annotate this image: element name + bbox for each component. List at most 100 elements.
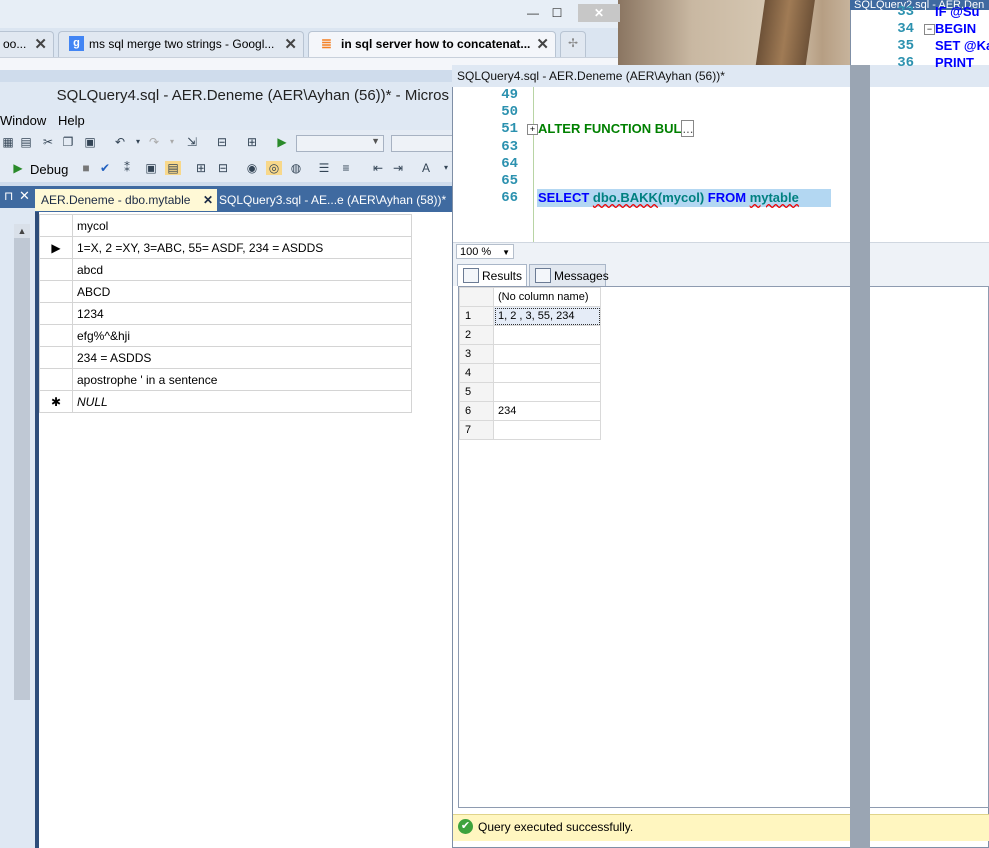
results-grid: (No column name) 1 1, 2 , 3, 55, 234 2 3 4 5 6… [459, 287, 601, 440]
toolbar-icon[interactable]: ⊟ [214, 135, 230, 149]
tab-mytable[interactable]: AER.Deneme - dbo.mytable ✕ [35, 189, 217, 211]
toolbar-icon[interactable]: ◍ [288, 161, 304, 175]
results-cell[interactable] [493, 382, 601, 402]
table-row[interactable]: ABCD [39, 280, 412, 303]
close-icon[interactable]: ✕ [19, 188, 30, 204]
toolbar-icon[interactable]: ▦ [0, 135, 16, 149]
dropdown-arrow-icon[interactable]: ▾ [130, 135, 146, 149]
font-icon[interactable]: A [418, 161, 434, 175]
row-selector[interactable] [39, 258, 73, 281]
copy-icon[interactable]: ❐ [60, 135, 76, 149]
table-row[interactable]: efg%^&hji [39, 324, 412, 347]
tab-results[interactable]: Results [457, 264, 527, 286]
results-cell[interactable] [493, 420, 601, 440]
results-row[interactable]: 6 234 [459, 401, 601, 421]
debug-button[interactable]: Debug [30, 162, 68, 177]
close-button[interactable]: ✕ [578, 4, 620, 22]
table-cell[interactable]: NULL [72, 390, 412, 413]
close-icon[interactable]: ✕ [34, 35, 47, 53]
cut-icon[interactable]: ✂ [40, 135, 56, 149]
table-cell[interactable]: 234 = ASDDS [72, 346, 412, 369]
close-icon[interactable]: ✕ [536, 35, 549, 53]
pin-icon[interactable]: ⊓ [4, 189, 13, 203]
results-row[interactable]: 7 [459, 420, 601, 440]
toolbar-icon[interactable]: ▤ [18, 135, 34, 149]
new-tab-button[interactable]: ✢ [560, 31, 586, 57]
results-row[interactable]: 2 [459, 325, 601, 345]
dropdown-arrow-icon[interactable]: ▾ [164, 135, 180, 149]
table-row[interactable]: apostrophe ' in a sentence [39, 368, 412, 391]
results-cell[interactable] [493, 363, 601, 383]
collapsed-block-ellipsis[interactable]: ... [681, 120, 695, 137]
row-selector[interactable] [39, 368, 73, 391]
close-icon[interactable]: ✕ [203, 189, 213, 211]
column-header-mycol[interactable]: mycol [72, 214, 412, 237]
table-row[interactable]: 1234 [39, 302, 412, 325]
browser-tab-1[interactable]: oo... ✕ [0, 31, 54, 57]
table-cell[interactable]: 1234 [72, 302, 412, 325]
scrollbar[interactable] [14, 238, 30, 700]
outdent-icon[interactable]: ⇤ [370, 161, 386, 175]
toolbar-icon[interactable]: ⊞ [193, 161, 209, 175]
results-cell[interactable]: 234 [493, 401, 601, 421]
table-cell[interactable]: ABCD [72, 280, 412, 303]
undo-icon[interactable]: ↶ [112, 135, 128, 149]
execute-icon[interactable]: ▶ [10, 161, 26, 175]
results-row[interactable]: 1 1, 2 , 3, 55, 234 [459, 306, 601, 326]
row-selector[interactable] [39, 346, 73, 369]
stop-icon[interactable]: ■ [78, 161, 94, 175]
comment-icon[interactable]: ☰ [316, 161, 332, 175]
results-cell[interactable] [493, 344, 601, 364]
browser-tab-2[interactable]: g ms sql merge two strings - Googl... ✕ [58, 31, 304, 57]
row-selector[interactable]: ▶ [39, 236, 73, 259]
table-cell[interactable]: efg%^&hji [72, 324, 412, 347]
row-selector[interactable] [39, 302, 73, 325]
solution-config-combo[interactable]: ▼ [296, 135, 384, 152]
menu-help[interactable]: Help [58, 113, 85, 128]
browser-tab-3[interactable]: ≣ in sql server how to concatenat... ✕ [308, 31, 556, 57]
toolbar-icon[interactable]: ▤ [165, 161, 181, 175]
success-icon: ✔ [458, 819, 473, 834]
table-row[interactable]: ▶ 1=X, 2 =XY, 3=ABC, 55= ASDF, 234 = ASDD… [39, 236, 412, 259]
toolbar-icon[interactable]: ⊟ [215, 161, 231, 175]
row-number: 7 [459, 420, 494, 440]
row-selector[interactable]: ✱ [39, 390, 73, 413]
results-column-header[interactable]: (No column name) [493, 287, 601, 307]
expand-icon[interactable]: + [527, 124, 538, 135]
redo-icon[interactable]: ↷ [146, 135, 162, 149]
results-row[interactable]: 4 [459, 363, 601, 383]
screenshot-icon[interactable]: ⊞ [244, 135, 260, 149]
row-selector[interactable] [39, 280, 73, 303]
results-row[interactable]: 3 [459, 344, 601, 364]
results-cell[interactable] [493, 325, 601, 345]
platform-combo[interactable] [391, 135, 455, 152]
table-cell[interactable]: 1=X, 2 =XY, 3=ABC, 55= ASDF, 234 = ASDDS [72, 236, 412, 259]
parse-icon[interactable]: ✔ [97, 161, 113, 175]
toolbar-icon[interactable]: ◎ [266, 161, 282, 175]
zoom-select[interactable]: 100 % ▼ [456, 244, 514, 259]
toolbar-icon[interactable]: ◉ [244, 161, 260, 175]
table-cell[interactable]: apostrophe ' in a sentence [72, 368, 412, 391]
menu-window[interactable]: Window [0, 113, 46, 128]
maximize-button[interactable]: ☐ [546, 4, 568, 22]
indent-icon[interactable]: ⇥ [390, 161, 406, 175]
tab-messages[interactable]: Messages [529, 264, 609, 286]
navigate-icon[interactable]: ⇲ [184, 135, 200, 149]
uncomment-icon[interactable]: ≡ [338, 161, 354, 175]
paste-icon[interactable]: ▣ [82, 135, 98, 149]
scroll-up-icon[interactable]: ▲ [14, 224, 30, 238]
table-cell[interactable]: abcd [72, 258, 412, 281]
table-row[interactable]: abcd [39, 258, 412, 281]
results-cell[interactable]: 1, 2 , 3, 55, 234 [493, 306, 601, 326]
table-row[interactable]: 234 = ASDDS [39, 346, 412, 369]
table-row[interactable]: ✱ NULL [39, 390, 412, 413]
minimize-button[interactable]: — [522, 4, 544, 22]
start-icon[interactable]: ▶ [274, 135, 290, 149]
collapse-icon[interactable]: − [924, 24, 935, 35]
tab-sqlquery3[interactable]: SQLQuery3.sql - AE...e (AER\Ayhan (58))* [213, 189, 457, 211]
row-selector[interactable] [39, 324, 73, 347]
results-row[interactable]: 5 [459, 382, 601, 402]
close-icon[interactable]: ✕ [284, 35, 297, 53]
toolbar-icon[interactable]: ▣ [143, 161, 159, 175]
toolbar-icon[interactable]: ⁑ [119, 161, 135, 175]
